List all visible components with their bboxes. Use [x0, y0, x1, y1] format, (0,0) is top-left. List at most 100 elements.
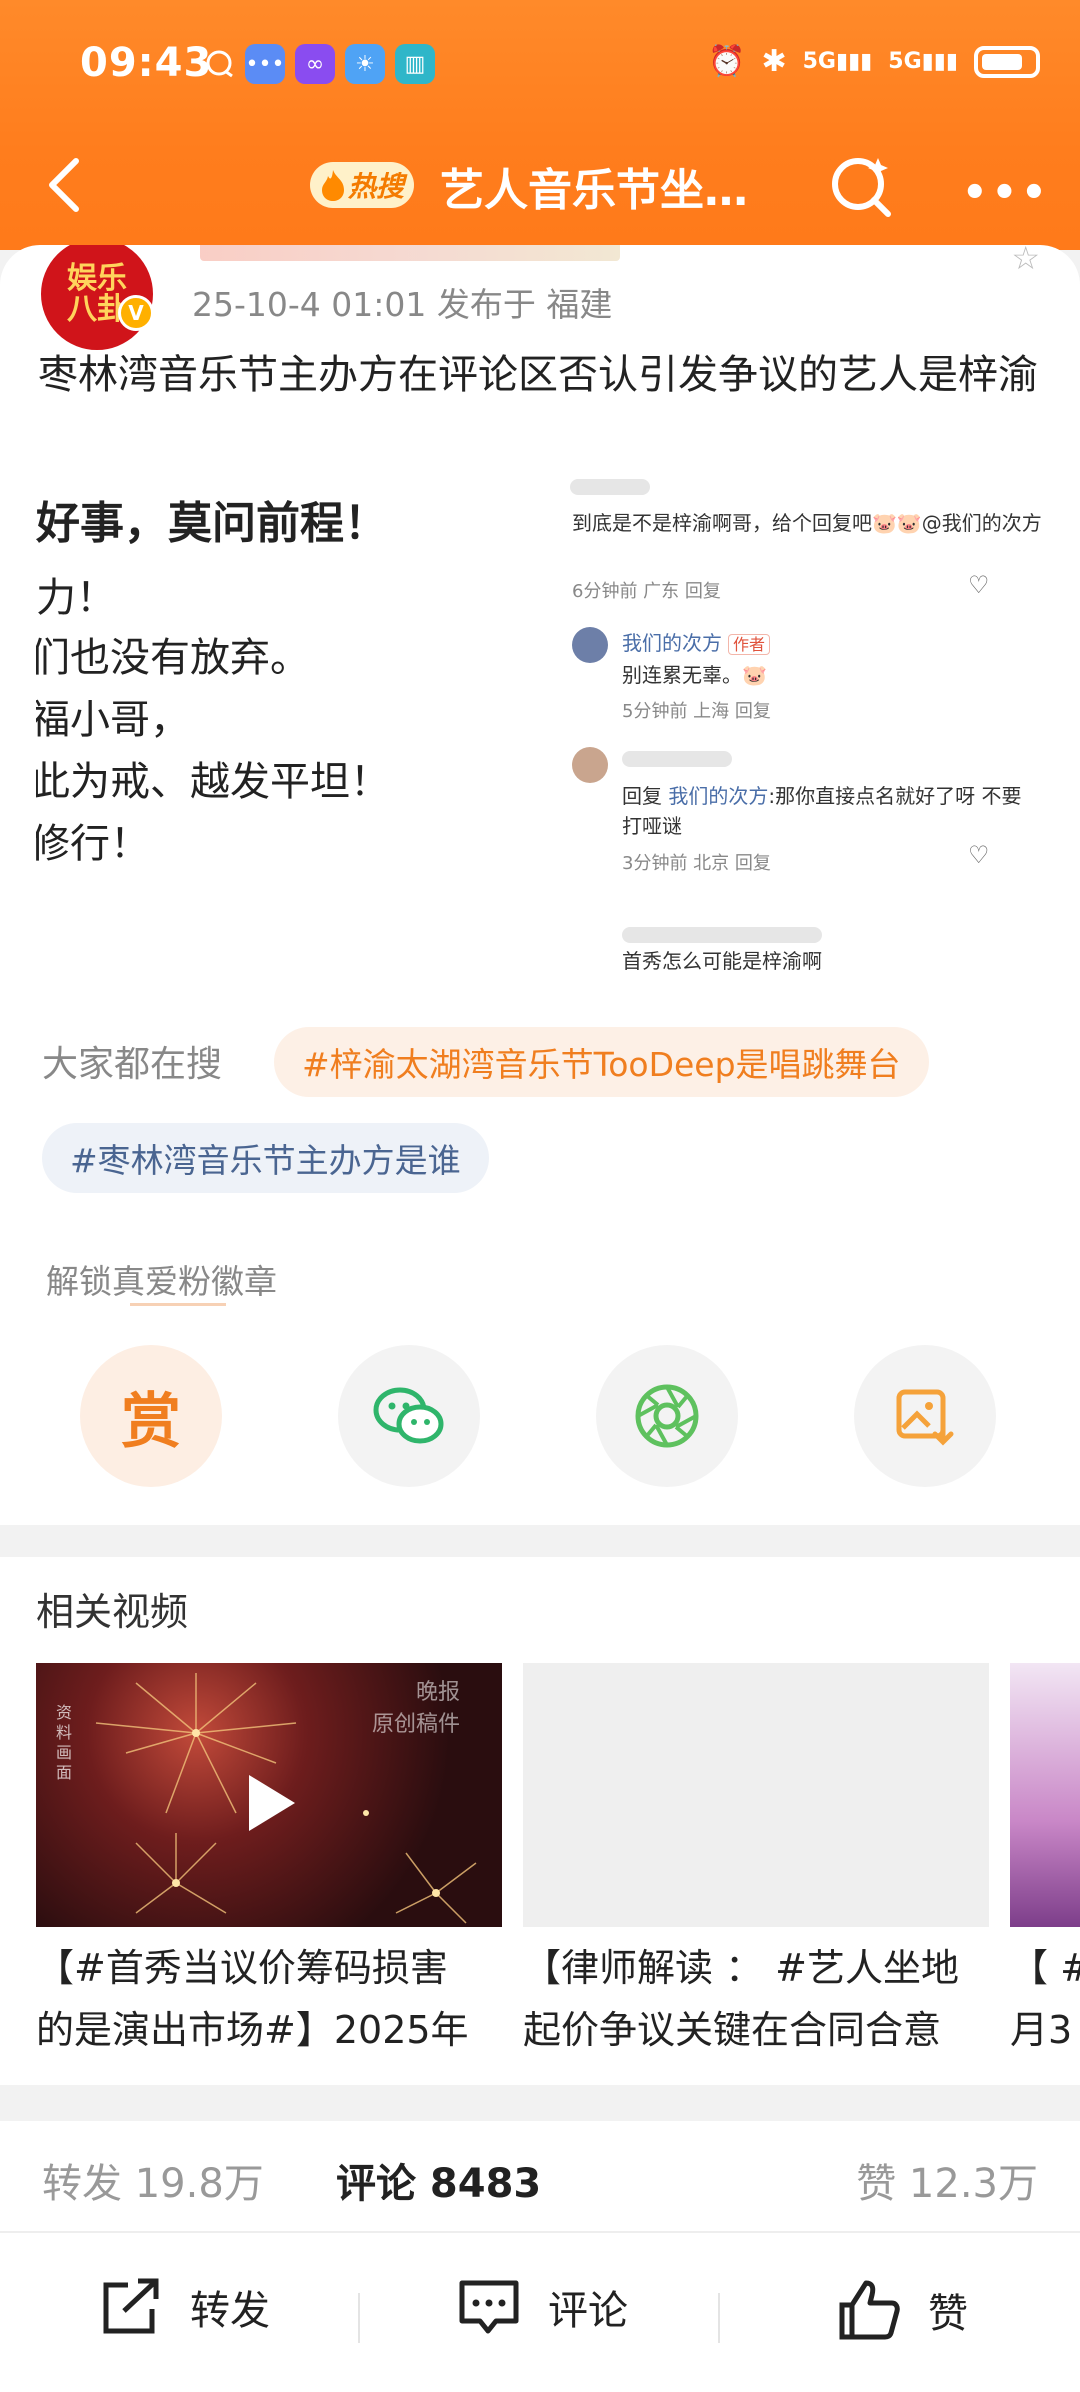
fan-badge-label: 解锁真爱粉徽章 — [46, 1262, 277, 1301]
video-caption: 月3 — [1010, 2008, 1073, 2052]
comment-author: 我们的次方 作者 — [622, 627, 771, 656]
moments-icon — [635, 1384, 699, 1448]
header: 09:43 ••• ∞ ☀ ▥ ⏰ ✱ 5G▮▮▮ 5G▮▮▮ 热搜 艺人音乐节… — [0, 0, 1080, 250]
comment-button[interactable]: 评论 — [456, 2277, 628, 2337]
video-caption: 起价争议关键在合同合意 — [523, 2008, 942, 2052]
like-button[interactable]: 赞 — [836, 2277, 968, 2343]
video-caption: 【 # — [1010, 1946, 1080, 1990]
flame-icon — [322, 170, 344, 201]
video-watermark: 晚报 原创稿件 — [371, 1680, 460, 1737]
username-blurred — [200, 245, 620, 261]
verified-badge-icon: V — [118, 295, 154, 331]
search-button[interactable] — [826, 150, 896, 220]
navbar: 热搜 艺人音乐节坐… ••• — [0, 140, 1080, 230]
comment-meta: 5分钟前 上海 回复 — [622, 701, 771, 722]
heart-icon: ♡ — [968, 571, 990, 599]
back-button[interactable] — [34, 150, 94, 220]
video-caption: 的是演出市场#】2025年 — [36, 2008, 469, 2052]
post-image-right[interactable]: 到底是不是梓渝啊哥，给个回复吧🐷🐷@我们的次方 6分钟前 广东 回复 ♡ 我们的… — [548, 475, 1048, 895]
reward-button[interactable]: 赏 — [80, 1345, 222, 1487]
divider — [130, 1303, 226, 1306]
separator — [718, 2293, 720, 2343]
search-icon — [832, 158, 891, 217]
comment-count[interactable]: 评论 8483 — [336, 2151, 541, 2209]
comment-meta: 6分钟前 广东 回复 — [572, 581, 721, 602]
comment-label: 评论 — [548, 2288, 628, 2334]
bottom-action-bar: 转发 评论 赞 — [0, 2233, 1080, 2392]
status-time: 09:43 — [80, 40, 213, 86]
comment-text: 首秀怎么可能是梓渝啊 — [622, 949, 822, 973]
forward-label: 转发 — [190, 2288, 270, 2334]
video-card[interactable]: 资料画面 晚报 原创稿件 【#首秀当议价筹码损害 的是演出市场#】2025年 — [36, 1663, 502, 2061]
save-image-button[interactable] — [854, 1345, 996, 1487]
forward-count[interactable]: 转发 19.8万 — [42, 2151, 264, 2209]
post-image-left[interactable]: 好事，莫问前程！ 力！ 们也没有放弃。 福小哥， 此为戒、越发平坦！ 修行！ — [36, 475, 536, 895]
post-meta: 25-10-4 01:01 发布于 福建 — [192, 285, 613, 324]
wechat-icon — [373, 1387, 444, 1444]
chevron-left-icon — [49, 158, 79, 212]
battery-icon — [974, 45, 1040, 78]
page-title: 艺人音乐节坐… — [440, 165, 748, 216]
image-text-line: 福小哥， — [36, 697, 190, 743]
video-thumbnail[interactable] — [523, 1663, 989, 1927]
video-caption: 【#首秀当议价筹码损害 — [36, 1946, 448, 1990]
image-text-line: 修行！ — [36, 821, 150, 867]
share-icon — [103, 2278, 159, 2334]
comment-meta: 3分钟前 北京 回复 — [622, 853, 771, 874]
video-card[interactable]: 【律师解读 ： #艺人坐地 起价争议关键在合同合意 — [523, 1663, 989, 2061]
comment-avatar — [572, 627, 608, 663]
weather-app-icon: ☀ — [345, 44, 385, 84]
topic-chip[interactable]: #枣林湾音乐节主办方是谁 — [42, 1123, 489, 1193]
message-app-icon: ••• — [245, 44, 285, 84]
image-text-line: 力！ — [36, 575, 116, 621]
related-videos: 相关视频 资料画面 晚报 原创稿件 【#首秀当议价筹码损害 的是演出市场#】20… — [0, 1557, 1080, 2085]
blurred-name — [622, 927, 822, 943]
thumbs-up-icon — [839, 2280, 900, 2340]
alarm-icon: ⏰ — [708, 44, 746, 79]
book-app-icon: ▥ — [395, 44, 435, 84]
post-text: 枣林湾音乐节主办方在评论区否认引发争议的艺人是梓渝 — [38, 352, 1038, 398]
comment-icon — [459, 2280, 519, 2334]
video-thumbnail[interactable]: 资料画面 晚报 原创稿件 — [36, 1663, 502, 1927]
comment-avatar — [572, 747, 608, 783]
like-label: 赞 — [928, 2291, 968, 2337]
wechat-share-button[interactable] — [338, 1345, 480, 1487]
comment-text: 回复 我们的次方:那你直接点名就好了呀 不要打哑谜 — [622, 784, 1022, 838]
post-card: 娱乐八卦 V ☆ 25-10-4 01:01 发布于 福建 枣林湾音乐节主办方在… — [0, 245, 1080, 1525]
bluetooth-icon: ✱ — [761, 44, 787, 79]
status-notification-icons: ••• ∞ ☀ ▥ — [205, 44, 435, 84]
like-count[interactable]: 赞 12.3万 — [856, 2151, 1038, 2209]
play-icon — [249, 1775, 295, 1831]
star-icon[interactable]: ☆ — [1011, 245, 1040, 277]
moments-share-button[interactable] — [596, 1345, 738, 1487]
heart-icon: ♡ — [968, 841, 990, 869]
video-tag: 资料画面 — [56, 1703, 73, 1782]
video-card[interactable]: 【 # 月3 — [1010, 1663, 1080, 2061]
separator — [358, 2293, 360, 2343]
section-title: 相关视频 — [36, 1590, 189, 1634]
comment-text: 别连累无辜。🐷 — [622, 663, 767, 687]
forward-button[interactable]: 转发 — [98, 2277, 270, 2337]
hot-topic-chip[interactable]: #梓渝太湖湾音乐节TooDeep是唱跳舞台 — [274, 1027, 929, 1097]
more-button[interactable]: ••• — [962, 170, 1051, 216]
image-text-line: 此为戒、越发平坦！ — [36, 759, 390, 805]
signal-icon-2: 5G▮▮▮ — [888, 49, 958, 74]
comment-text: 到底是不是梓渝啊哥，给个回复吧🐷🐷@我们的次方 — [572, 511, 1042, 535]
blurred-name — [570, 479, 650, 495]
post-stats: 转发 19.8万 评论 8483 赞 12.3万 — [0, 2121, 1080, 2231]
search-label: 大家都在搜 — [42, 1044, 223, 1085]
blurred-name — [622, 751, 732, 767]
video-thumbnail[interactable] — [1010, 1663, 1080, 1927]
signal-icon: 5G▮▮▮ — [802, 49, 873, 74]
hot-badge-label: 热搜 — [348, 170, 405, 203]
status-bar: 09:43 ••• ∞ ☀ ▥ ⏰ ✱ 5G▮▮▮ 5G▮▮▮ — [0, 40, 1080, 100]
save-image-icon — [896, 1389, 954, 1446]
image-text-line: 们也没有放弃。 — [36, 635, 310, 681]
infinity-app-icon: ∞ — [295, 44, 335, 84]
reward-label: 赏 — [121, 1386, 181, 1457]
status-right-icons: ⏰ ✱ 5G▮▮▮ 5G▮▮▮ — [708, 44, 1040, 79]
hot-search-badge[interactable]: 热搜 — [310, 162, 415, 208]
image-text-line: 好事，莫问前程！ — [36, 498, 388, 549]
video-caption: 【律师解读 ： #艺人坐地 — [523, 1946, 959, 1990]
chat-bubble-icon — [205, 44, 235, 84]
